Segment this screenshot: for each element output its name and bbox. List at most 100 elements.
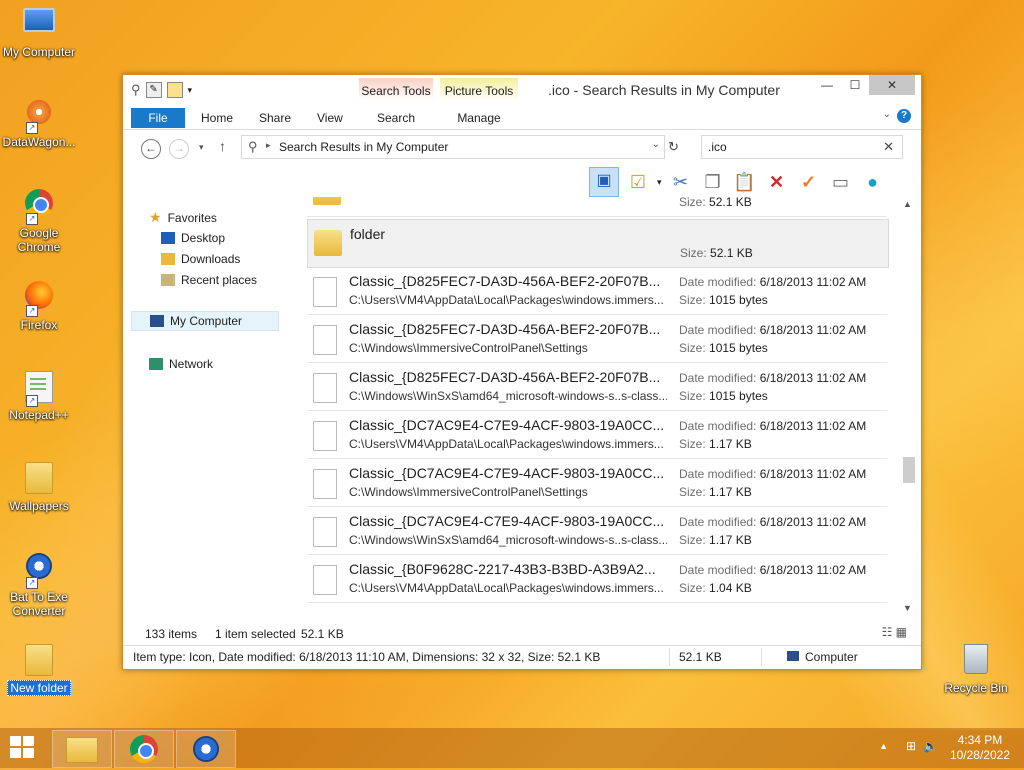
size-label: Size: xyxy=(679,581,706,595)
nav-item-downloads[interactable]: Downloads xyxy=(161,252,240,266)
item-size-text: 52.1 KB xyxy=(679,650,722,664)
clock[interactable]: 4:34 PM 10/28/2022 xyxy=(950,733,1010,763)
notepadpp-icon: ↗ xyxy=(22,371,56,407)
help-icon[interactable]: ? xyxy=(897,109,911,123)
result-name: folder xyxy=(350,226,386,242)
desktop-icon-label-editing[interactable]: New folder xyxy=(7,680,71,696)
result-row[interactable]: Classic_{D825FEC7-DA3D-456A-BEF2-20F07B.… xyxy=(307,315,887,363)
result-row-folder[interactable]: folderSize: 52.1 KB xyxy=(307,219,889,268)
search-input[interactable]: .ico ✕ xyxy=(701,135,903,159)
clear-search-icon[interactable]: ✕ xyxy=(883,139,894,155)
show-hidden-icons-icon[interactable]: ▲ xyxy=(879,741,888,751)
address-row: ← → ▾ ↑ ⚲ ▸ Search Results in My Compute… xyxy=(123,133,921,163)
network-icon[interactable]: ⊞ xyxy=(906,739,916,753)
forward-button[interactable]: → xyxy=(169,139,189,159)
close-button[interactable]: ✕ xyxy=(869,75,915,95)
back-button[interactable]: ← xyxy=(141,139,161,159)
computer-icon xyxy=(150,315,164,327)
size-value: 52.1 KB xyxy=(710,246,753,260)
folder-icon xyxy=(22,462,56,496)
taskbar-chrome[interactable] xyxy=(114,730,174,768)
result-row-folder[interactable]: folderSize: 52.1 KB xyxy=(307,197,887,217)
tab-file[interactable]: File xyxy=(131,108,185,128)
tab-view[interactable]: View xyxy=(317,108,343,128)
desktop-icon-new-folder[interactable]: New folder xyxy=(1,644,77,696)
date-modified-label: Date modified: xyxy=(679,371,757,385)
properties-icon[interactable]: ☑ xyxy=(625,169,651,195)
size-value: 1.17 KB xyxy=(709,485,752,499)
breadcrumb-separator-icon[interactable]: ▸ xyxy=(266,140,271,151)
chevron-down-icon[interactable]: ⌄ xyxy=(883,109,891,120)
tab-share[interactable]: Share xyxy=(259,108,291,128)
result-row[interactable]: Classic_{DC7AC9E4-C7E9-4ACF-9803-19A0CC.… xyxy=(307,459,887,507)
taskbar-bat-to-exe[interactable] xyxy=(176,730,236,768)
size-value: 1.04 KB xyxy=(709,581,752,595)
chevron-down-icon[interactable]: ▾ xyxy=(657,177,662,188)
copy-icon[interactable]: ❐ xyxy=(700,169,726,195)
result-row[interactable]: Classic_{B0F9628C-2217-43B3-B3BD-A3B9A2.… xyxy=(307,555,887,603)
nav-item-label: Favorites xyxy=(167,210,217,225)
result-row[interactable]: Classic_{DC7AC9E4-C7E9-4ACF-9803-19A0CC.… xyxy=(307,507,887,555)
clock-time: 4:34 PM xyxy=(957,733,1003,747)
scroll-up-icon[interactable]: ▲ xyxy=(903,199,912,209)
desktop-icon-datawagon[interactable]: ↗ DataWagon... xyxy=(1,98,77,149)
start-button[interactable] xyxy=(10,736,36,760)
nav-item-recent-places[interactable]: Recent places xyxy=(161,273,257,287)
preview-pane-icon[interactable]: ▣ xyxy=(589,167,619,197)
chrome-icon xyxy=(130,735,158,763)
gear-icon: ↗ xyxy=(22,553,56,589)
recent-locations-dropdown[interactable]: ▾ xyxy=(199,142,204,153)
details-view-icon[interactable]: ☷ ▦ xyxy=(882,625,907,639)
desktop-icon-notepadpp[interactable]: ↗ Notepad++ xyxy=(1,371,77,422)
cut-icon[interactable]: ✂ xyxy=(668,169,694,195)
desktop-icon xyxy=(161,232,175,244)
minimize-button[interactable]: — xyxy=(813,75,841,95)
result-row[interactable]: Classic_{DC7AC9E4-C7E9-4ACF-9803-19A0CC.… xyxy=(307,411,887,459)
quick-access-toolbar: ⚲ ✎ ▾ xyxy=(131,82,192,98)
properties-icon[interactable]: ✎ xyxy=(145,82,162,98)
file-icon xyxy=(313,469,337,499)
chevron-down-icon[interactable]: ⌄ xyxy=(652,139,660,150)
checkmark-icon[interactable]: ✓ xyxy=(796,169,822,195)
custom-toolbar: ▣ ☑ ▾ ✂ ❐ 📋 ✕ ✓ ▭ ● xyxy=(589,167,886,197)
result-size: Size: 1015 bytes xyxy=(679,293,768,307)
new-folder-icon[interactable] xyxy=(166,82,183,98)
large-icons-view-icon[interactable]: ▦ xyxy=(896,625,907,639)
size-label: Size: xyxy=(679,341,706,355)
up-button[interactable]: ↑ xyxy=(219,138,226,154)
refresh-icon[interactable]: ↻ xyxy=(668,139,679,155)
result-row[interactable]: Classic_{D825FEC7-DA3D-456A-BEF2-20F07B.… xyxy=(307,363,887,411)
desktop-icon-wallpapers[interactable]: Wallpapers xyxy=(1,462,77,513)
rename-icon[interactable]: ▭ xyxy=(828,169,854,195)
desktop-icon-bat-to-exe[interactable]: ↗ Bat To Exe Converter xyxy=(1,553,77,618)
file-explorer-icon xyxy=(66,737,98,763)
delete-icon[interactable]: ✕ xyxy=(764,169,790,195)
desktop-icon-chrome[interactable]: ↗ Google Chrome xyxy=(1,189,77,254)
address-bar[interactable]: ⚲ ▸ Search Results in My Computer ⌄ xyxy=(241,135,665,159)
paste-icon[interactable]: 📋 xyxy=(732,169,758,195)
tab-home[interactable]: Home xyxy=(201,108,233,128)
globe-icon[interactable]: ● xyxy=(860,169,886,195)
nav-item-favorites[interactable]: ★ Favorites xyxy=(149,209,217,226)
result-name: Classic_{DC7AC9E4-C7E9-4ACF-9803-19A0CC.… xyxy=(349,513,665,529)
nav-item-desktop[interactable]: Desktop xyxy=(161,231,225,245)
scroll-down-icon[interactable]: ▼ xyxy=(903,603,912,613)
maximize-button[interactable]: ☐ xyxy=(841,75,869,95)
desktop-icon-my-computer[interactable]: My Computer xyxy=(1,8,77,59)
search-icon[interactable]: ⚲ xyxy=(131,82,141,98)
nav-item-network[interactable]: Network xyxy=(149,357,213,371)
desktop-icon-firefox[interactable]: ↗ Firefox xyxy=(1,281,77,332)
vertical-scrollbar[interactable]: ▲ ▼ xyxy=(901,197,915,617)
scrollbar-thumb[interactable] xyxy=(903,457,915,483)
customize-qat-icon[interactable]: ▾ xyxy=(188,85,193,96)
desktop-icon-recycle-bin[interactable]: Recycle Bin xyxy=(938,644,1014,695)
taskbar-file-explorer[interactable] xyxy=(52,730,112,768)
address-text: Search Results in My Computer xyxy=(279,140,449,154)
file-icon xyxy=(313,565,337,595)
navigation-pane: ★ Favorites Desktop Downloads Recent pla… xyxy=(129,201,289,621)
result-row[interactable]: Classic_{D825FEC7-DA3D-456A-BEF2-20F07B.… xyxy=(307,267,887,315)
recent-places-icon xyxy=(161,274,175,286)
taskbar: ▲ ⊞ 🔈 4:34 PM 10/28/2022 xyxy=(0,728,1024,768)
nav-item-my-computer[interactable]: My Computer xyxy=(131,311,280,331)
volume-icon[interactable]: 🔈 xyxy=(923,739,938,753)
